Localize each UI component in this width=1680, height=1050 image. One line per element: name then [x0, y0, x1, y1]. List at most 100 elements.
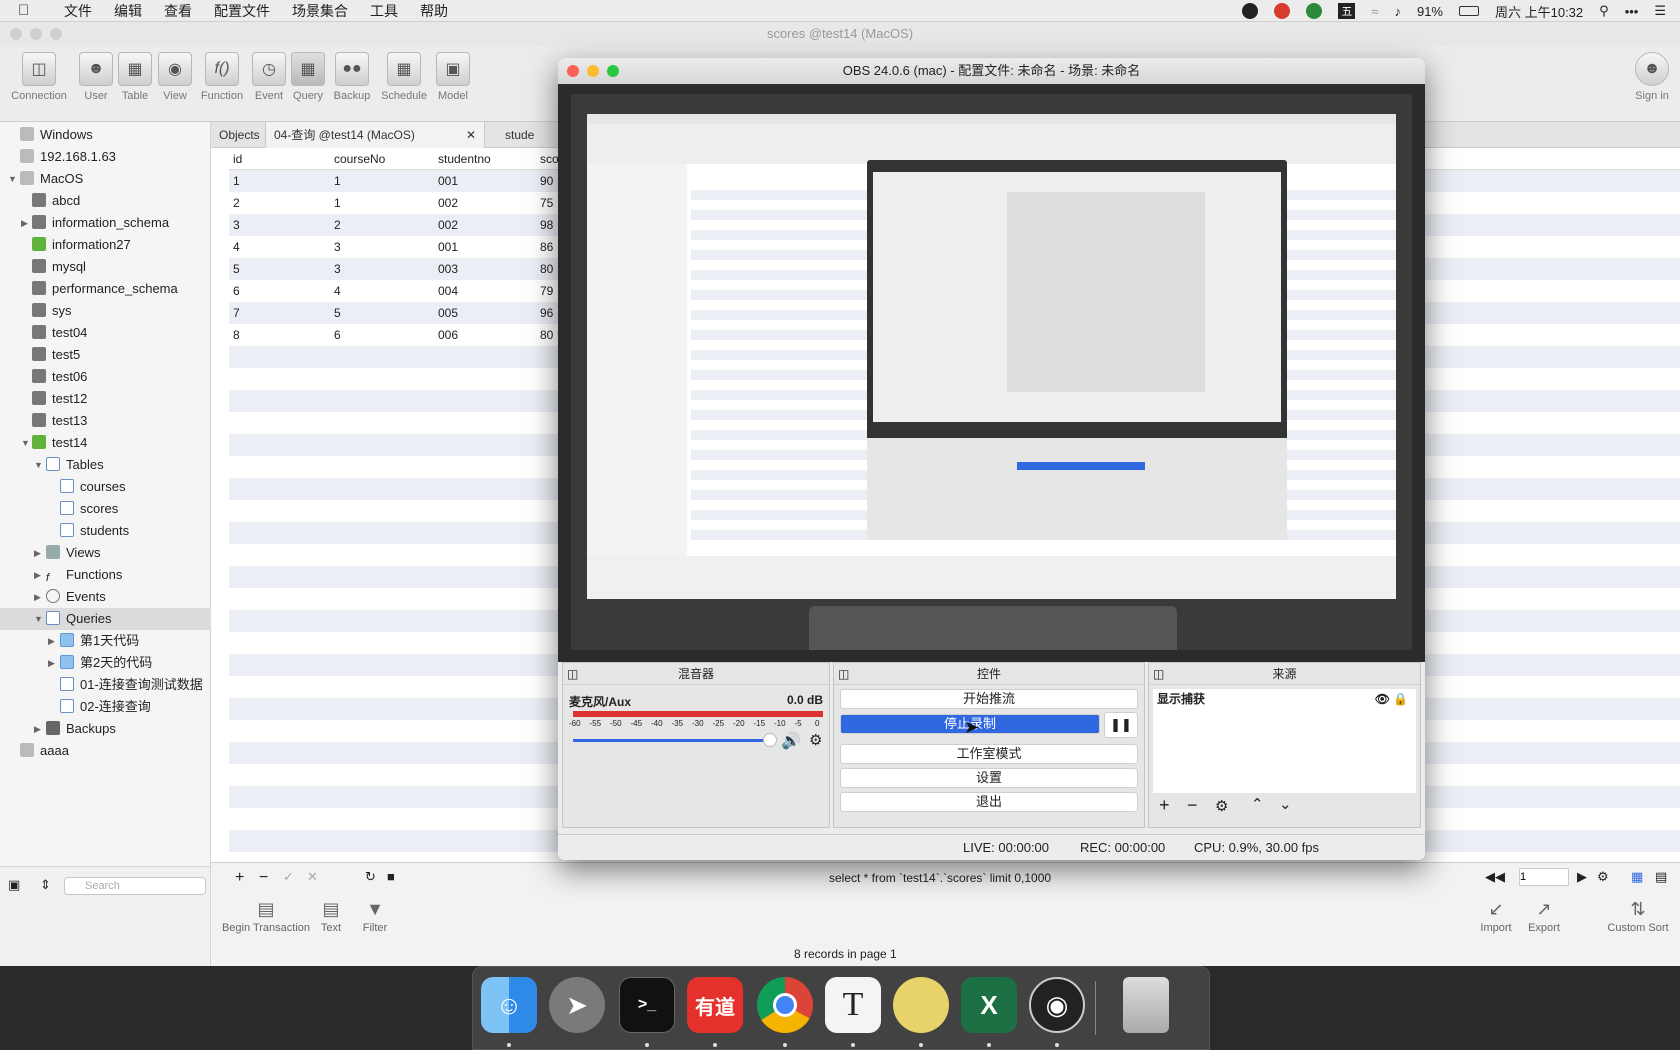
delete-row-icon[interactable]: −: [259, 869, 268, 887]
tree-database[interactable]: test5: [32, 344, 80, 366]
volume-slider-handle[interactable]: [763, 733, 777, 747]
table-cell[interactable]: 3: [334, 258, 341, 280]
table-cell[interactable]: 2: [233, 192, 240, 214]
launchpad-app-icon[interactable]: ➤: [549, 977, 605, 1033]
sidebar-sort-icon[interactable]: ⇕: [40, 877, 51, 893]
terminal-app-icon[interactable]: >_: [619, 977, 675, 1033]
table-cell[interactable]: 8: [233, 324, 240, 346]
table-cell[interactable]: 003: [438, 258, 458, 280]
tree-functions-group[interactable]: f Functions: [46, 564, 122, 586]
tree-events-group[interactable]: Events: [46, 586, 106, 608]
menu-scene-collection[interactable]: 场景集合: [292, 1, 348, 21]
move-up-icon[interactable]: ⌃: [1251, 795, 1264, 813]
record-status-icon[interactable]: [1274, 3, 1291, 19]
table-cell[interactable]: 5: [334, 302, 341, 324]
youdao-app-icon[interactable]: 有道: [687, 977, 743, 1033]
sidebar-toggle-icon[interactable]: ▣: [8, 877, 20, 893]
tab-table[interactable]: stude: [497, 122, 542, 148]
sidebar-search-input[interactable]: Search: [64, 877, 206, 895]
tree-connection[interactable]: aaaa: [20, 740, 69, 762]
tree-tables-group[interactable]: Tables: [46, 454, 104, 476]
column-header[interactable]: studentno: [438, 148, 491, 170]
table-cell[interactable]: 86: [540, 236, 553, 258]
collapse-triangle-icon[interactable]: ▶: [48, 636, 55, 647]
close-dot[interactable]: [10, 28, 22, 40]
battery-icon[interactable]: [1459, 6, 1479, 16]
table-cell[interactable]: 004: [438, 280, 458, 302]
tree-database[interactable]: test04: [32, 322, 87, 344]
spotlight-icon[interactable]: ⚲: [1599, 3, 1609, 19]
obs-app-icon[interactable]: ◉: [1029, 977, 1085, 1033]
tab-objects[interactable]: Objects: [211, 122, 268, 148]
notification-center-icon[interactable]: ☰: [1654, 3, 1666, 19]
tree-database[interactable]: abcd: [32, 190, 80, 212]
tree-queries-group[interactable]: ▼ Queries: [0, 608, 211, 630]
expand-triangle-icon[interactable]: ▼: [21, 438, 30, 448]
dock-float-icon[interactable]: ◫: [567, 663, 578, 685]
source-properties-icon[interactable]: ⚙: [1215, 797, 1228, 815]
move-down-icon[interactable]: ⌄: [1279, 795, 1292, 813]
collapse-triangle-icon[interactable]: ▶: [34, 724, 41, 735]
volume-icon[interactable]: ♪: [1394, 4, 1401, 19]
dock-float-icon[interactable]: ◫: [838, 663, 849, 685]
toolbar-model[interactable]: ▣ Model: [427, 50, 479, 102]
exit-button[interactable]: 退出: [840, 792, 1138, 812]
table-cell[interactable]: 1: [233, 170, 240, 192]
menu-file[interactable]: 文件: [64, 1, 92, 21]
tree-database[interactable]: test14: [32, 432, 87, 454]
form-view-icon[interactable]: ▤: [1655, 869, 1667, 885]
table-cell[interactable]: 4: [233, 236, 240, 258]
minimize-dot[interactable]: [30, 28, 42, 40]
settings-button[interactable]: 设置: [840, 768, 1138, 788]
collapse-triangle-icon[interactable]: ▶: [48, 658, 55, 669]
tree-table[interactable]: scores: [60, 498, 118, 520]
toolbar-sign-in[interactable]: ☻ Sign in: [1626, 50, 1678, 102]
toolbar-schedule[interactable]: ▦ Schedule: [378, 50, 430, 102]
table-cell[interactable]: 80: [540, 258, 553, 280]
apply-icon[interactable]: ✓: [283, 869, 294, 885]
expand-triangle-icon[interactable]: ▼: [34, 460, 43, 470]
table-cell[interactable]: 006: [438, 324, 458, 346]
tree-backups-group[interactable]: Backups: [46, 718, 116, 740]
finder-app-icon[interactable]: ☺: [481, 977, 537, 1033]
add-row-icon[interactable]: +: [235, 869, 244, 887]
menu-tools[interactable]: 工具: [370, 1, 398, 21]
dock-float-icon[interactable]: ◫: [1153, 663, 1164, 685]
table-cell[interactable]: 4: [334, 280, 341, 302]
expand-triangle-icon[interactable]: ▼: [8, 174, 17, 184]
menu-profile[interactable]: 配置文件: [214, 1, 270, 21]
volume-slider[interactable]: [573, 739, 769, 742]
add-source-icon[interactable]: +: [1159, 795, 1170, 816]
battery-percent[interactable]: 91%: [1417, 4, 1443, 19]
import-button[interactable]: ↙ Import: [1472, 899, 1520, 934]
page-number-input[interactable]: [1519, 868, 1569, 886]
toolbar-connection[interactable]: ◫ Connection: [8, 50, 70, 102]
table-cell[interactable]: 002: [438, 192, 458, 214]
tree-connection[interactable]: Windows: [20, 124, 93, 146]
begin-transaction-button[interactable]: ▤ Begin Transaction: [211, 899, 321, 934]
table-cell[interactable]: 90: [540, 170, 553, 192]
tree-query-folder[interactable]: 第2天的代码: [60, 652, 152, 674]
tree-database[interactable]: sys: [32, 300, 72, 322]
refresh-icon[interactable]: ↻: [365, 869, 376, 885]
table-cell[interactable]: 7: [233, 302, 240, 324]
table-cell[interactable]: 001: [438, 236, 458, 258]
table-cell[interactable]: 96: [540, 302, 553, 324]
trash-app-icon[interactable]: [1123, 977, 1169, 1033]
zoom-dot[interactable]: [607, 65, 619, 77]
input-method-indicator[interactable]: 五: [1338, 3, 1356, 19]
close-tab-icon[interactable]: ✕: [466, 122, 476, 148]
grid-view-icon[interactable]: ▦: [1631, 869, 1643, 885]
eye-icon[interactable]: 👁: [1375, 689, 1390, 709]
remove-source-icon[interactable]: −: [1187, 795, 1198, 816]
table-cell[interactable]: 002: [438, 214, 458, 236]
status-app-icon[interactable]: [1242, 3, 1259, 19]
table-cell[interactable]: 2: [334, 214, 341, 236]
first-page-icon[interactable]: ◀◀: [1485, 869, 1505, 885]
table-cell[interactable]: 6: [233, 280, 240, 302]
table-cell[interactable]: 001: [438, 170, 458, 192]
clock[interactable]: 周六 上午10:32: [1495, 2, 1583, 21]
table-cell[interactable]: 98: [540, 214, 553, 236]
table-cell[interactable]: 5: [233, 258, 240, 280]
tree-database[interactable]: mysql: [32, 256, 86, 278]
